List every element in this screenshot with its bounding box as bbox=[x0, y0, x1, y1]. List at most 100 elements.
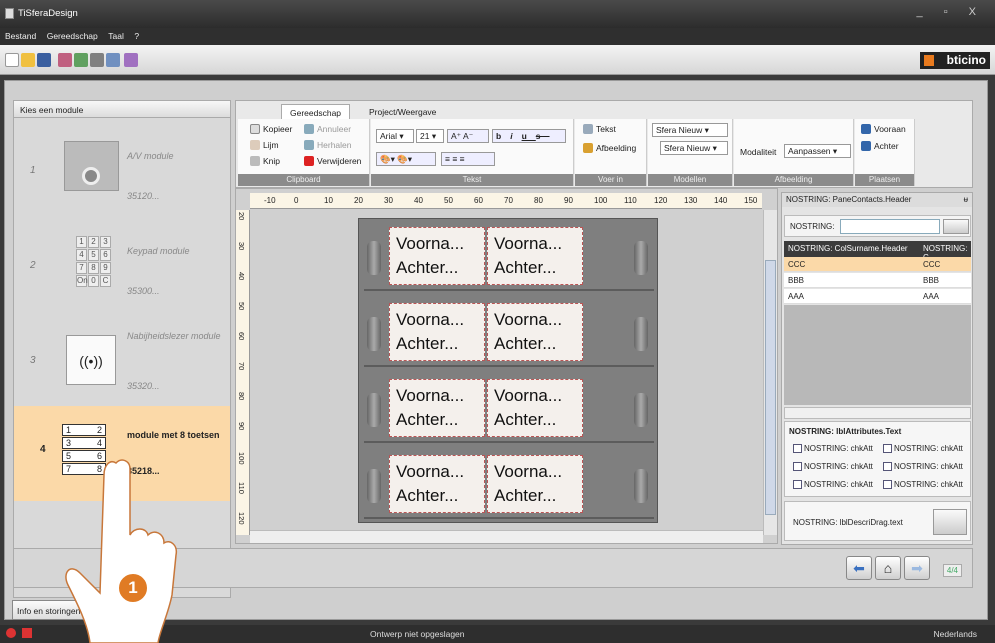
name-label[interactable]: Voorna... Achter... bbox=[389, 227, 485, 285]
grid-hscrollbar[interactable] bbox=[784, 407, 971, 419]
language-indicator[interactable]: Nederlands bbox=[934, 629, 977, 639]
tool-dropdown-icon[interactable] bbox=[124, 53, 138, 67]
menu-bestand[interactable]: Bestand bbox=[0, 28, 39, 41]
ruler-tick: 120 bbox=[654, 196, 668, 205]
name-label[interactable]: Voorna... Achter... bbox=[389, 379, 485, 437]
ruler-tick: 90 bbox=[564, 196, 573, 205]
module-num: 2 bbox=[30, 260, 36, 271]
panel-row: Voorna... Achter... Voorna... Achter... bbox=[364, 449, 654, 519]
warning-icon[interactable] bbox=[22, 628, 32, 638]
save-icon[interactable] bbox=[37, 53, 51, 67]
panel-button[interactable] bbox=[367, 317, 381, 351]
align-buttons[interactable]: ≡ ≡ ≡ bbox=[441, 152, 495, 166]
drag-description-text: NOSTRING: lblDescriDrag.text bbox=[793, 518, 903, 527]
ruler-tick: 80 bbox=[237, 392, 246, 401]
tab-gereedschap[interactable]: Gereedschap bbox=[281, 104, 351, 119]
model-select-a[interactable]: Sfera Nieuw ▾ bbox=[652, 123, 728, 137]
ruler-tick: 20 bbox=[354, 196, 363, 205]
module-name: Keypad module bbox=[127, 246, 190, 256]
color-pickers[interactable]: 🎨▾ 🎨▾ bbox=[376, 152, 436, 166]
text-group: Arial ▾ 21 ▾ A⁺ A⁻ bius 🎨▾ 🎨▾ ≡ ≡ ≡ Teks… bbox=[371, 119, 574, 186]
ruler-tick: 130 bbox=[684, 196, 698, 205]
panel-button[interactable] bbox=[367, 393, 381, 427]
redo-button[interactable]: Herhalen bbox=[304, 140, 352, 150]
font-size-buttons[interactable]: A⁺ A⁻ bbox=[447, 129, 489, 143]
forward-arrow-icon[interactable]: ➡ bbox=[904, 556, 930, 580]
delete-button[interactable]: Verwijderen bbox=[304, 156, 361, 166]
panel-button[interactable] bbox=[367, 469, 381, 503]
drag-button[interactable] bbox=[933, 509, 967, 535]
module-code: 35320... bbox=[127, 381, 160, 391]
send-back-button[interactable]: Achter bbox=[861, 141, 899, 151]
panel-button[interactable] bbox=[634, 317, 648, 351]
cut-button[interactable]: Knip bbox=[250, 156, 280, 166]
menu-help[interactable]: ? bbox=[129, 28, 142, 41]
attribute-checkbox[interactable]: NOSTRING: chkAtt bbox=[883, 462, 963, 471]
search-input[interactable] bbox=[840, 219, 940, 234]
copy-button[interactable]: Kopieer bbox=[250, 124, 292, 134]
group-label: Tekst bbox=[371, 174, 573, 186]
module-item[interactable]: 123 456 789 On 0 C 2 Keypad module 35300..… bbox=[14, 216, 230, 311]
panel-button[interactable] bbox=[634, 393, 648, 427]
tool-icon[interactable] bbox=[90, 53, 104, 67]
module-item[interactable]: ((•)) 3 Nabijheidslezer module 35320... bbox=[14, 311, 230, 406]
insert-text-button[interactable]: Tekst bbox=[583, 124, 616, 134]
panel-button[interactable] bbox=[634, 469, 648, 503]
window-controls[interactable]: _ ▫ X bbox=[917, 6, 985, 18]
attribute-checkbox[interactable]: NOSTRING: chkAtt bbox=[883, 444, 963, 453]
canvas-hscrollbar[interactable] bbox=[250, 530, 763, 543]
horizontal-ruler: -10 0 10 20 30 40 50 60 70 80 90 100 110 120 130 140 150 bbox=[250, 193, 762, 209]
style-buttons[interactable]: bius bbox=[492, 129, 566, 143]
search-label: NOSTRING: bbox=[790, 222, 835, 231]
tool-icon[interactable] bbox=[58, 53, 72, 67]
ruler-tick: 40 bbox=[414, 196, 423, 205]
tab-project-weergave[interactable]: Project/Weergave bbox=[361, 104, 444, 119]
attribute-checkbox[interactable]: NOSTRING: chkAtt bbox=[793, 462, 873, 471]
model-select-b[interactable]: Sfera Nieuw ▾ bbox=[660, 141, 728, 155]
menu-gereedschap[interactable]: Gereedschap bbox=[42, 28, 101, 41]
name-label[interactable]: Voorna... Achter... bbox=[487, 227, 583, 285]
panel-button[interactable] bbox=[634, 241, 648, 275]
name-label[interactable]: Voorna... Achter... bbox=[487, 455, 583, 513]
table-row[interactable]: AAA AAA bbox=[784, 289, 971, 304]
keypad-image: 123 456 789 On 0 C bbox=[76, 236, 111, 287]
size-select[interactable]: 21 ▾ bbox=[416, 129, 444, 143]
attribute-checkbox[interactable]: NOSTRING: chkAtt bbox=[793, 444, 873, 453]
panel-button[interactable] bbox=[367, 241, 381, 275]
bticino-logo: bticino bbox=[920, 52, 990, 69]
mode-select[interactable]: Aanpassen ▾ bbox=[784, 144, 851, 158]
name-label[interactable]: Voorna... Achter... bbox=[389, 303, 485, 361]
open-folder-icon[interactable] bbox=[21, 53, 35, 67]
col-surname-header[interactable]: NOSTRING: ColSurname.Header bbox=[788, 244, 908, 253]
insert-image-button[interactable]: Afbeelding bbox=[583, 143, 636, 153]
bring-front-button[interactable]: Vooraan bbox=[861, 124, 906, 134]
tool-icon[interactable] bbox=[74, 53, 88, 67]
error-icon[interactable] bbox=[6, 628, 16, 638]
ruler-tick: 50 bbox=[444, 196, 453, 205]
font-select[interactable]: Arial ▾ bbox=[376, 129, 414, 143]
panel-row: Voorna... Achter... Voorna... Achter... bbox=[364, 221, 654, 291]
table-row[interactable]: BBB BBB bbox=[784, 273, 971, 288]
attribute-checkbox[interactable]: NOSTRING: chkAtt bbox=[793, 480, 873, 489]
paste-button[interactable]: Lijm bbox=[250, 140, 279, 150]
home-icon[interactable]: ⌂ bbox=[875, 556, 901, 580]
tool-icon[interactable] bbox=[106, 53, 120, 67]
module-item[interactable]: 1 A/V module 35120... bbox=[14, 121, 230, 216]
pin-icon[interactable]: ᵾ bbox=[964, 195, 968, 204]
back-arrow-icon[interactable]: ⬅ bbox=[846, 556, 872, 580]
ruler-tick: 80 bbox=[534, 196, 543, 205]
name-label[interactable]: Voorna... Achter... bbox=[487, 303, 583, 361]
new-file-icon[interactable] bbox=[5, 53, 19, 67]
search-button[interactable] bbox=[943, 219, 969, 234]
name-label[interactable]: Voorna... Achter... bbox=[487, 379, 583, 437]
attribute-checkbox[interactable]: NOSTRING: chkAtt bbox=[883, 480, 963, 489]
vertical-ruler: 20 30 40 50 60 70 80 90 100 110 120 bbox=[236, 210, 250, 535]
menu-taal[interactable]: Taal bbox=[103, 28, 127, 41]
undo-button[interactable]: Annuleer bbox=[304, 124, 351, 134]
ruler-tick: 40 bbox=[237, 272, 246, 281]
table-row[interactable]: CCC CCC bbox=[784, 257, 971, 272]
name-label[interactable]: Voorna... Achter... bbox=[389, 455, 485, 513]
canvas-vscrollbar[interactable] bbox=[763, 210, 777, 535]
insert-group: Tekst Afbeelding Voer in bbox=[575, 119, 647, 186]
toolbar: bticino bbox=[0, 45, 995, 75]
